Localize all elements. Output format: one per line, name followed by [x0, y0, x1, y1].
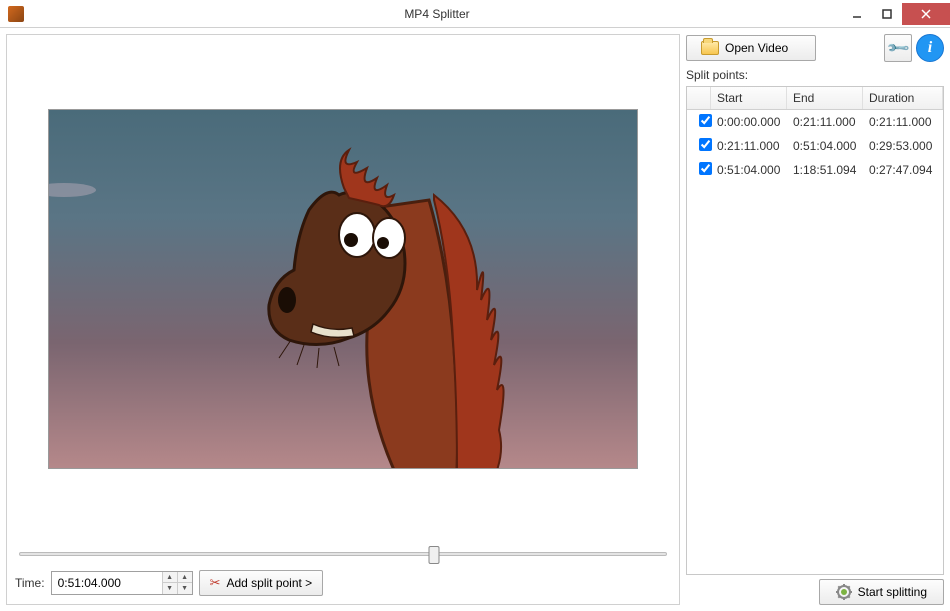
open-video-button[interactable]: Open Video — [686, 35, 816, 61]
right-panel: Open Video 🔧 i Split points: Start End D… — [686, 34, 944, 605]
split-points-label: Split points: — [686, 68, 944, 82]
cell-duration: 0:27:47.094 — [863, 161, 943, 179]
folder-icon — [701, 41, 719, 55]
col-start[interactable]: Start — [711, 87, 787, 109]
time-label: Time: — [15, 576, 45, 590]
titlebar: MP4 Splitter — [0, 0, 950, 28]
time-down-fine[interactable]: ▼ — [178, 583, 192, 594]
table-row[interactable]: 0:00:00.0000:21:11.0000:21:11.000 — [687, 110, 943, 134]
cell-end: 0:51:04.000 — [787, 137, 863, 155]
window-title: MP4 Splitter — [32, 7, 842, 21]
table-row[interactable]: 0:51:04.0001:18:51.0940:27:47.094 — [687, 158, 943, 182]
scissors-icon: ✂ — [210, 575, 221, 591]
timeline-slider[interactable] — [19, 544, 667, 564]
cell-end: 0:21:11.000 — [787, 113, 863, 131]
col-end[interactable]: End — [787, 87, 863, 109]
time-spinner-coarse: ▲ ▼ — [162, 572, 177, 594]
cell-start: 0:21:11.000 — [711, 137, 787, 155]
bottom-controls: Time: ▲ ▼ ▲ ▼ ✂ Add split point > — [15, 570, 671, 596]
video-frame-illustration — [239, 140, 519, 469]
top-toolbar: Open Video 🔧 i — [686, 34, 944, 62]
cell-end: 1:18:51.094 — [787, 161, 863, 179]
open-video-label: Open Video — [725, 41, 788, 55]
wrench-icon: 🔧 — [885, 35, 911, 61]
cell-start: 0:00:00.000 — [711, 113, 787, 131]
gear-icon — [836, 584, 852, 600]
split-table-header: Start End Duration — [687, 87, 943, 110]
time-up-fine[interactable]: ▲ — [178, 572, 192, 583]
window-controls — [842, 3, 950, 25]
split-points-table: Start End Duration 0:00:00.0000:21:11.00… — [686, 86, 944, 575]
cell-duration: 0:21:11.000 — [863, 113, 943, 131]
settings-button[interactable]: 🔧 — [884, 34, 912, 62]
left-panel: Time: ▲ ▼ ▲ ▼ ✂ Add split point > — [6, 34, 680, 605]
time-input-wrap: ▲ ▼ ▲ ▼ — [51, 571, 193, 595]
maximize-button[interactable] — [872, 3, 902, 25]
time-up-coarse[interactable]: ▲ — [163, 572, 177, 583]
time-spinner-fine: ▲ ▼ — [177, 572, 192, 594]
info-icon: i — [928, 39, 932, 57]
add-split-label: Add split point > — [226, 576, 312, 590]
minimize-button[interactable] — [842, 3, 872, 25]
start-splitting-label: Start splitting — [858, 585, 927, 599]
cell-start: 0:51:04.000 — [711, 161, 787, 179]
table-row[interactable]: 0:21:11.0000:51:04.0000:29:53.000 — [687, 134, 943, 158]
decoration-cloud — [48, 180, 99, 200]
time-input[interactable] — [52, 574, 162, 592]
cell-duration: 0:29:53.000 — [863, 137, 943, 155]
slider-thumb[interactable] — [428, 546, 439, 564]
add-split-button[interactable]: ✂ Add split point > — [199, 570, 324, 596]
time-down-coarse[interactable]: ▼ — [163, 583, 177, 594]
col-checkbox — [687, 87, 711, 109]
video-preview[interactable] — [48, 109, 638, 469]
video-area — [15, 43, 671, 534]
close-button[interactable] — [902, 3, 950, 25]
col-duration[interactable]: Duration — [863, 87, 943, 109]
app-icon — [8, 6, 24, 22]
start-splitting-button[interactable]: Start splitting — [819, 579, 944, 605]
info-button[interactable]: i — [916, 34, 944, 62]
